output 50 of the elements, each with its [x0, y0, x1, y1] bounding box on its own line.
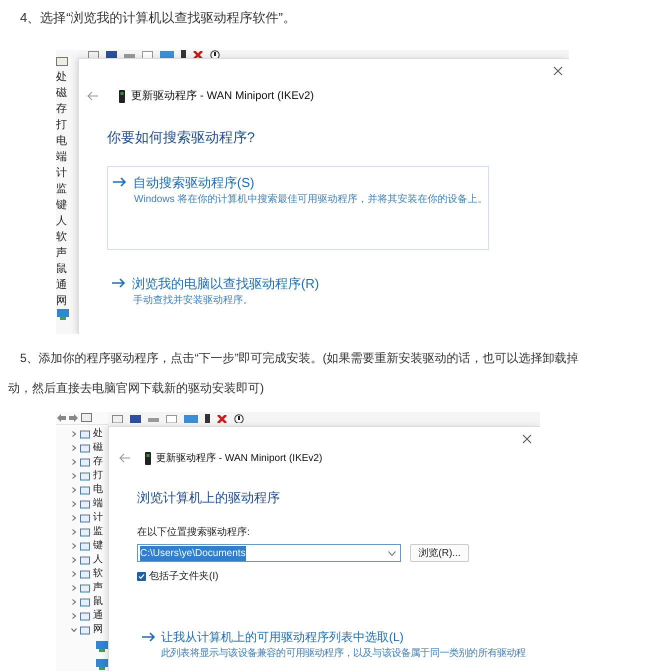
step-text: 4、选择“浏览我的计算机以查找驱动程序软件”。	[20, 9, 297, 27]
device-category[interactable]: 监	[93, 525, 103, 539]
option-title: 让我从计算机上的可用驱动程序列表中选取(L)	[161, 629, 404, 646]
option-description: Windows 将在你的计算机中搜索最佳可用驱动程序，并将其安装在你的设备上。	[134, 192, 488, 207]
device-category: 存	[56, 102, 67, 117]
device-category[interactable]: 鼠	[93, 595, 103, 609]
search-option[interactable]: 浏览我的电脑以查找驱动程序(R) 手动查找并安装驱动程序。	[107, 272, 489, 308]
checkbox-label: 包括子文件夹(I)	[149, 570, 218, 584]
device-category[interactable]: 磁	[93, 441, 103, 455]
dialog-heading: 浏览计算机上的驱动程序	[137, 488, 280, 507]
field-label: 在以下位置搜索驱动程序:	[137, 526, 250, 540]
device-category: 鼠	[56, 262, 67, 277]
device-category: 网	[56, 294, 67, 309]
device-category[interactable]: 电	[93, 483, 103, 497]
device-category[interactable]: 打	[93, 469, 103, 483]
path-field[interactable]: C:\Users\ye\Documents	[137, 544, 401, 562]
device-category[interactable]: 人	[93, 553, 103, 567]
device-category: 处	[56, 70, 67, 85]
option-description: 手动查找并安装驱动程序。	[133, 294, 254, 308]
device-category: 软	[56, 230, 67, 245]
option-title: 浏览我的电脑以查找驱动程序(R)	[132, 274, 320, 293]
dialog-title: 更新驱动程序 - WAN Miniport (IKEv2)	[131, 88, 314, 104]
device-category: 电	[56, 134, 67, 149]
browse-button[interactable]: 浏览(R)...	[410, 544, 469, 562]
search-option[interactable]: 自动搜索驱动程序(S) Windows 将在你的计算机中搜索最佳可用驱动程序，并将其安装在你的设备上。	[107, 166, 489, 250]
device-category[interactable]: 通	[93, 609, 103, 623]
dialog-heading: 你要如何搜索驱动程序?	[107, 128, 255, 146]
device-category: 打	[56, 118, 67, 133]
dialog-title: 更新驱动程序 - WAN Miniport (IKEv2)	[156, 452, 322, 466]
option-description: 此列表将显示与该设备兼容的可用驱动程序，以及与该设备属于同一类别的所有驱动程	[161, 646, 526, 662]
device-category[interactable]: 声	[93, 581, 103, 595]
device-category[interactable]: 计	[93, 511, 103, 525]
device-category: 声	[56, 246, 67, 261]
option-title: 自动搜索驱动程序(S)	[133, 174, 254, 192]
device-category[interactable]: 网	[93, 623, 103, 637]
device-category[interactable]: 端	[93, 497, 103, 511]
device-category: 键	[56, 198, 67, 213]
step-text: 动，然后直接去电脑官网下载新的驱动安装即可)	[8, 380, 265, 397]
device-category[interactable]: 处	[93, 427, 103, 441]
device-category: 人	[56, 214, 67, 229]
device-category: 计	[56, 166, 67, 181]
pick-option[interactable]: 让我从计算机上的可用驱动程序列表中选取(L) 此列表将显示与该设备兼容的可用驱动程序，以及与该设备属于同一类别的所有驱动程	[142, 628, 526, 662]
device-category: 端	[56, 150, 67, 165]
device-category[interactable]: 存	[93, 455, 103, 469]
device-category: 通	[56, 278, 67, 293]
device-category[interactable]: 软	[93, 567, 103, 581]
device-category[interactable]: 键	[93, 539, 103, 553]
device-category: 磁	[56, 86, 67, 101]
step-text: 5、添加你的程序驱动程序，点击“下一步”即可完成安装。(如果需要重新安装驱动的话，也可以选择卸载掉	[20, 350, 580, 367]
device-category: 监	[56, 182, 67, 197]
